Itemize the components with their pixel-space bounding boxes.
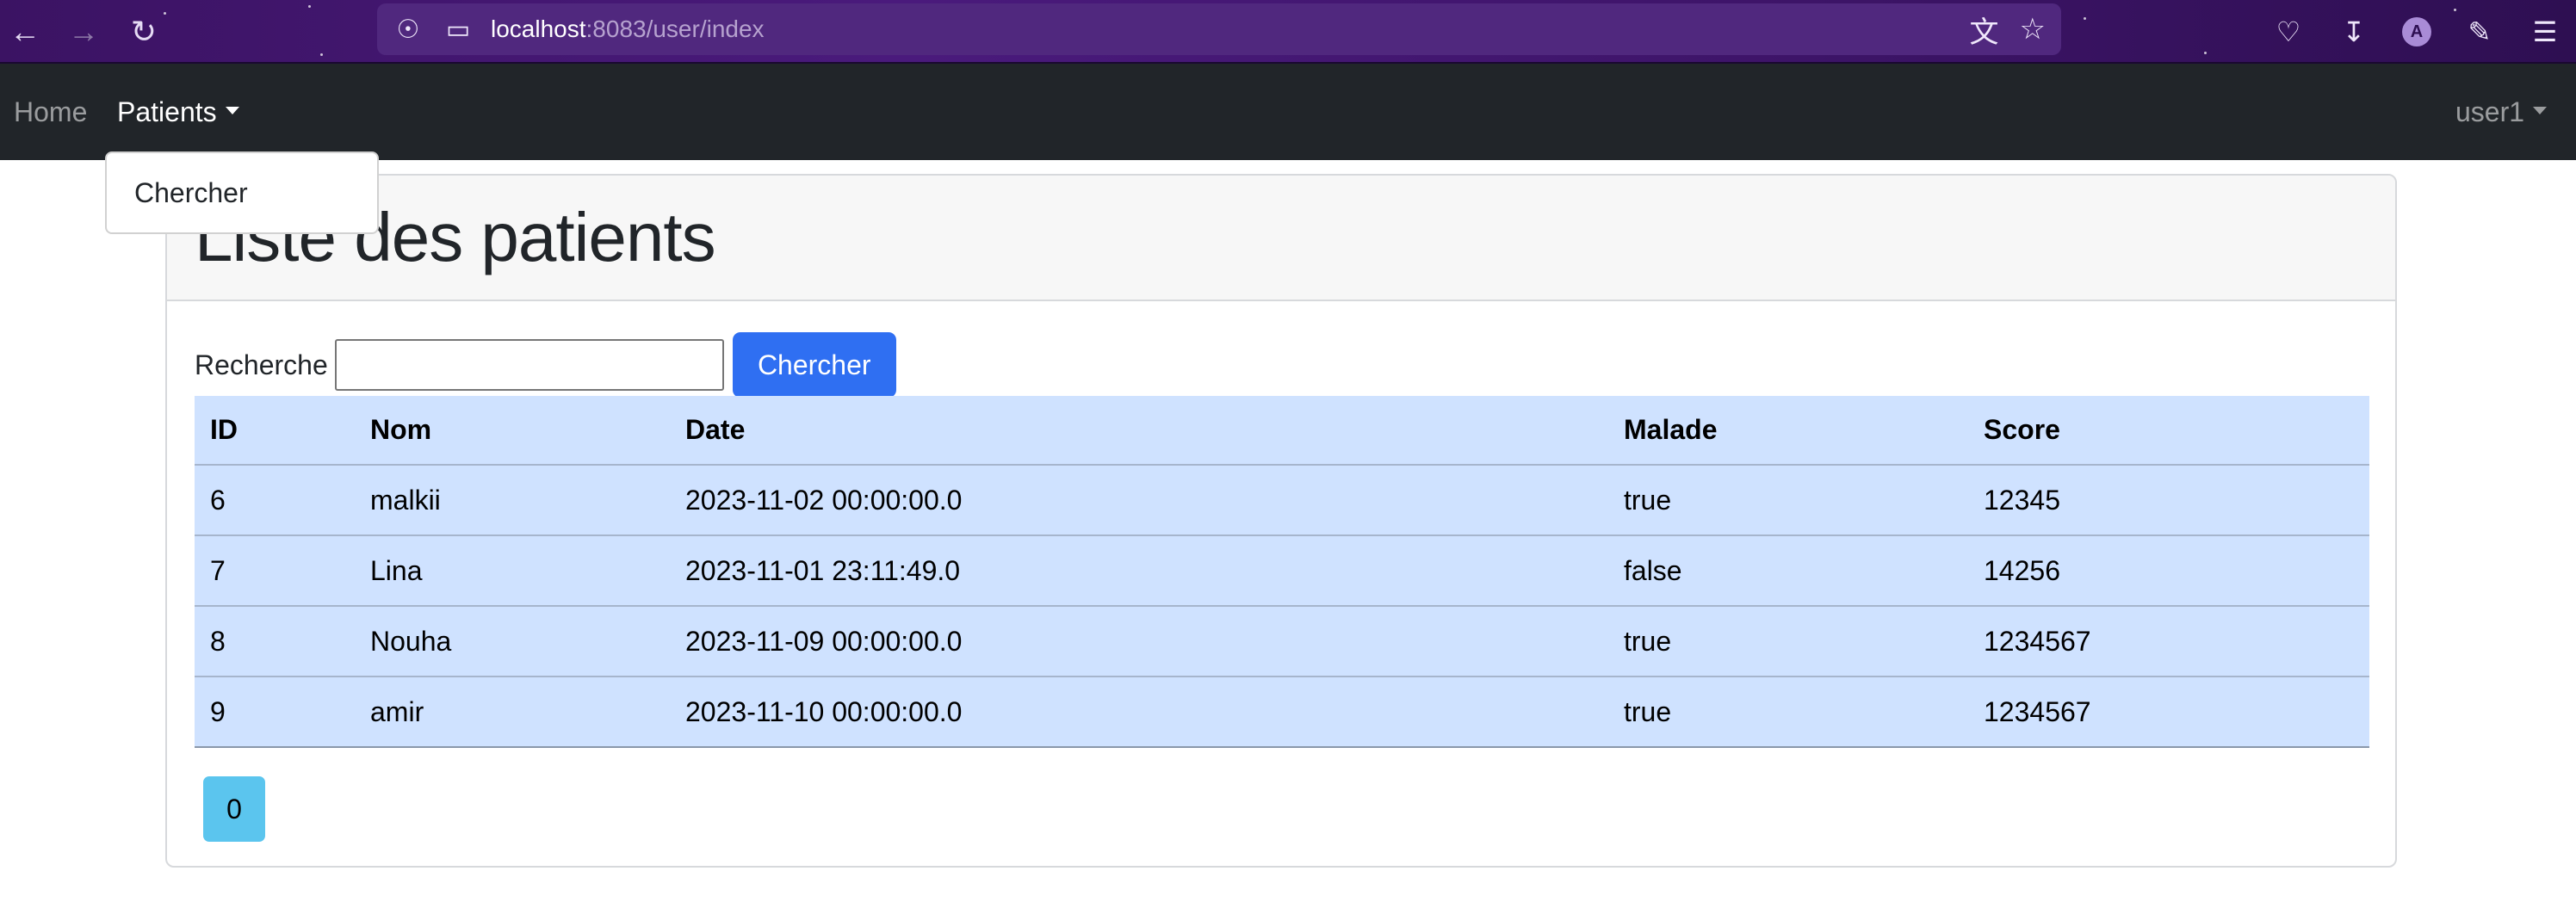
cell-id: 8 [195,606,355,677]
search-form: Recherche Chercher [195,332,896,398]
translate-icon[interactable]: 文 [1970,9,1999,51]
cell-score: 1234567 [1968,606,2369,677]
nav-user-dropdown[interactable]: user1 [2455,64,2548,160]
account-avatar[interactable]: A [2402,17,2431,46]
cell-date: 2023-11-02 00:00:00.0 [670,465,1608,536]
search-label: Recherche [195,349,328,380]
cell-score: 14256 [1968,535,2369,607]
back-button[interactable]: ← [2,9,48,55]
cell-score: 1234567 [1968,676,2369,748]
cell-date: 2023-11-01 23:11:49.0 [670,535,1608,607]
nav-patients-dropdown[interactable]: Patients [117,64,239,160]
pocket-icon[interactable]: ♡ [2271,15,2306,48]
nav-home[interactable]: Home [14,64,87,160]
column-header-score: Score [1968,396,2369,466]
caret-down-icon [225,106,239,114]
cell-score: 12345 [1968,465,2369,536]
address-bar[interactable]: ☉ ▭ localhost:8083/user/index 文 ☆ [377,3,2061,55]
caret-down-icon [2533,106,2548,114]
cell-malade: false [1608,535,1968,607]
extensions-icon[interactable]: ✎ [2462,15,2497,48]
forward-button[interactable]: → [60,9,107,55]
table-row: 9 amir 2023-11-10 00:00:00.0 true 123456… [195,676,2369,748]
reload-icon: ↻ [130,14,158,49]
menu-icon[interactable]: ☰ [2528,15,2562,48]
cell-nom: amir [355,676,670,748]
arrow-left-icon: ← [9,14,40,49]
pagination-page-button[interactable]: 0 [203,776,265,842]
column-header-id: ID [195,396,355,466]
shield-icon[interactable]: ☉ [389,15,427,45]
cell-nom: malkii [355,465,670,536]
search-button[interactable]: Chercher [732,332,896,398]
star-icon[interactable]: ☆ [2020,12,2046,46]
browser-toolbar: ← → ↻ ☉ ▭ localhost:8083/user/index 文 ☆ … [0,0,2576,64]
column-header-date: Date [670,396,1608,466]
card-header: Liste des patients [167,176,2395,301]
nav-patients-label: Patients [117,96,217,127]
patients-table: ID Nom Date Malade Score 6 malkii 2023-1… [195,396,2369,748]
cell-date: 2023-11-09 00:00:00.0 [670,606,1608,677]
url-host: localhost [491,15,586,42]
cell-malade: true [1608,465,1968,536]
table-row: 7 Lina 2023-11-01 23:11:49.0 false 14256 [195,535,2369,607]
column-header-nom: Nom [355,396,670,466]
cell-nom: Nouha [355,606,670,677]
cell-nom: Lina [355,535,670,607]
page-icon: ▭ [445,15,471,44]
nav-user-label: user1 [2455,96,2525,127]
download-icon[interactable]: ↧ [2337,15,2371,48]
column-header-malade: Malade [1608,396,1968,466]
url-text[interactable]: localhost:8083/user/index [491,15,765,43]
cell-date: 2023-11-10 00:00:00.0 [670,676,1608,748]
app-navbar: Home Patients user1 [0,64,2576,160]
patients-card: Liste des patients Recherche Chercher ID… [165,174,2397,868]
cell-malade: true [1608,606,1968,677]
cell-id: 7 [195,535,355,607]
cell-id: 9 [195,676,355,748]
table-header-row: ID Nom Date Malade Score [195,396,2369,466]
arrow-right-icon: → [68,14,99,49]
search-input[interactable] [334,339,724,391]
cell-malade: true [1608,676,1968,748]
table-row: 8 Nouha 2023-11-09 00:00:00.0 true 12345… [195,606,2369,677]
reload-button[interactable]: ↻ [121,9,167,55]
cell-id: 6 [195,465,355,536]
dropdown-item-chercher[interactable]: Chercher [107,177,248,209]
url-path: :8083/user/index [585,15,765,42]
table-row: 6 malkii 2023-11-02 00:00:00.0 true 1234… [195,465,2369,536]
patients-dropdown-menu: Chercher [105,151,379,234]
